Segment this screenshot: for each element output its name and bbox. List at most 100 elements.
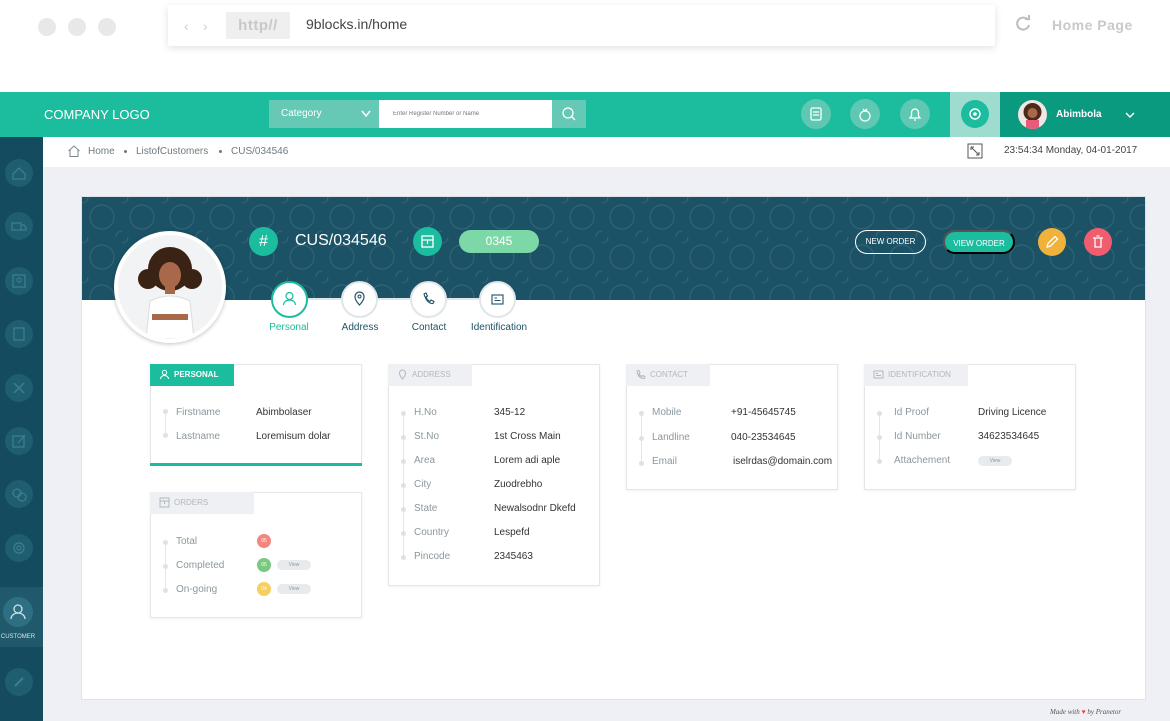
- search-icon: [562, 107, 576, 121]
- made-with-text: Made with: [1050, 708, 1080, 716]
- user-icon: [10, 604, 26, 620]
- step-identification[interactable]: [479, 281, 516, 318]
- breadcrumb-separator: [124, 150, 127, 153]
- sidebar-item-label: CUSTOMER: [0, 634, 36, 640]
- personal-box: PERSONAL Firstname Abimbolaser Lastname …: [150, 364, 362, 464]
- sidebar-item-payments[interactable]: [5, 480, 33, 508]
- home-icon[interactable]: [67, 144, 81, 163]
- customer-code-badge: 0345: [459, 230, 539, 253]
- current-datetime: 23:54:34 Monday, 04-01-2017: [1004, 145, 1138, 156]
- step-label-contact[interactable]: Contact: [389, 322, 469, 333]
- package-icon: [413, 227, 442, 256]
- field-label: State: [414, 503, 438, 514]
- field-value: Abimbolaser: [256, 407, 312, 418]
- view-ongoing-button[interactable]: View: [277, 584, 311, 594]
- search-input[interactable]: [379, 100, 552, 128]
- category-select[interactable]: Category: [269, 100, 379, 128]
- view-completed-button[interactable]: View: [277, 560, 311, 570]
- sidebar-item-home[interactable]: [5, 159, 33, 187]
- edit-button[interactable]: [1038, 228, 1066, 256]
- gear-icon: [969, 108, 981, 120]
- settings-icon: [13, 542, 25, 554]
- step-label-personal[interactable]: Personal: [249, 322, 329, 333]
- personal-underline: [150, 463, 362, 466]
- phone-icon: [423, 292, 435, 305]
- sidebar-item-delivery[interactable]: [5, 212, 33, 240]
- contact-title: CONTACT: [650, 370, 689, 379]
- field-value: +91-45645745: [731, 407, 796, 418]
- delete-button[interactable]: [1084, 228, 1112, 256]
- search-button[interactable]: [552, 100, 586, 128]
- forward-arrow-icon[interactable]: ›: [203, 18, 208, 34]
- user-menu[interactable]: Abimbola: [1000, 92, 1170, 137]
- orders-box: ORDERS Total 05 Completed 05 View On-goi…: [150, 492, 362, 618]
- field-label: Area: [414, 455, 436, 466]
- settings-button[interactable]: [950, 92, 1000, 137]
- field-label: St.No: [414, 431, 440, 442]
- view-attachment-button[interactable]: View: [978, 456, 1012, 466]
- sidebar-item-users[interactable]: [5, 267, 33, 295]
- document-stack-icon: [810, 107, 822, 121]
- field-value[interactable]: iselrdas@domain.com: [733, 456, 832, 467]
- new-order-button[interactable]: NEW ORDER: [855, 230, 926, 254]
- step-label-identification[interactable]: Identification: [459, 322, 539, 333]
- id-card-icon: [491, 294, 504, 305]
- reload-icon[interactable]: [1013, 14, 1033, 34]
- field-value: 345-12: [494, 407, 526, 418]
- sidebar-item-settings[interactable]: [5, 534, 33, 562]
- step-personal[interactable]: [271, 281, 308, 318]
- breadcrumb-customers[interactable]: ListofCustomers: [136, 146, 208, 157]
- reports-button[interactable]: [801, 99, 831, 129]
- identification-box: IDENTIFICATION Id Proof Driving Licence …: [864, 364, 1076, 490]
- money-bag-button[interactable]: [850, 99, 880, 129]
- breadcrumb: Home ListofCustomers CUS/034546 23:54:34…: [43, 137, 1170, 167]
- avatar: [1018, 100, 1047, 129]
- window-minimize-dot[interactable]: [68, 18, 86, 36]
- field-value: 2345463: [494, 551, 533, 562]
- orders-tab: ORDERS: [150, 492, 254, 514]
- category-label: Category: [281, 108, 322, 119]
- window-maximize-dot[interactable]: [98, 18, 116, 36]
- sidebar-item-documents[interactable]: [5, 320, 33, 348]
- customer-id: CUS/034546: [295, 232, 387, 249]
- money-bag-icon: [859, 108, 871, 122]
- tools-icon: [13, 382, 25, 394]
- field-label: Completed: [176, 560, 225, 571]
- company-logo[interactable]: COMPANY LOGO: [44, 107, 150, 122]
- identification-tab: IDENTIFICATION: [864, 364, 968, 386]
- field-value: Lorem adi aple: [494, 455, 561, 466]
- id-card-icon: [873, 370, 884, 379]
- heart-icon: ♥: [1081, 708, 1086, 716]
- step-address[interactable]: [341, 281, 378, 318]
- address-title: ADDRESS: [412, 370, 451, 379]
- sidebar-item-link[interactable]: [5, 668, 33, 696]
- sidebar-item-edit[interactable]: [5, 427, 33, 455]
- user-name: Abimbola: [1056, 109, 1102, 120]
- footer-credit: Made with ♥ by Pranetor: [1050, 708, 1121, 716]
- sidebar-item-customer[interactable]: CUSTOMER: [0, 587, 43, 647]
- back-arrow-icon[interactable]: ‹: [184, 18, 189, 34]
- step-label-address[interactable]: Address: [320, 322, 400, 333]
- view-order-button[interactable]: VIEW ORDER: [943, 230, 1015, 254]
- step-contact[interactable]: [410, 281, 447, 318]
- fullscreen-icon[interactable]: [967, 143, 983, 164]
- field-label: Lastname: [176, 431, 220, 442]
- window-close-dot[interactable]: [38, 18, 56, 36]
- field-label: Id Proof: [894, 407, 930, 418]
- address-bar[interactable]: ‹ › http// 9blocks.in/home: [168, 5, 995, 46]
- user-icon: [282, 291, 297, 306]
- url-text[interactable]: 9blocks.in/home: [306, 16, 407, 32]
- link-icon: [14, 677, 24, 687]
- documents-icon: [13, 327, 25, 341]
- field-label: H.No: [414, 407, 437, 418]
- address-tab: ADDRESS: [388, 364, 472, 386]
- breadcrumb-home[interactable]: Home: [88, 146, 115, 157]
- browser-chrome: ‹ › http// 9blocks.in/home Home Page: [0, 0, 1170, 92]
- customer-photo: [114, 231, 226, 343]
- sidebar-item-tools[interactable]: [5, 374, 33, 402]
- notifications-button[interactable]: [900, 99, 930, 129]
- credit-author: by Pranetor: [1087, 708, 1122, 716]
- field-value: Loremisum dolar: [256, 431, 331, 442]
- pencil-icon: [1046, 235, 1059, 248]
- personal-title: PERSONAL: [174, 370, 219, 379]
